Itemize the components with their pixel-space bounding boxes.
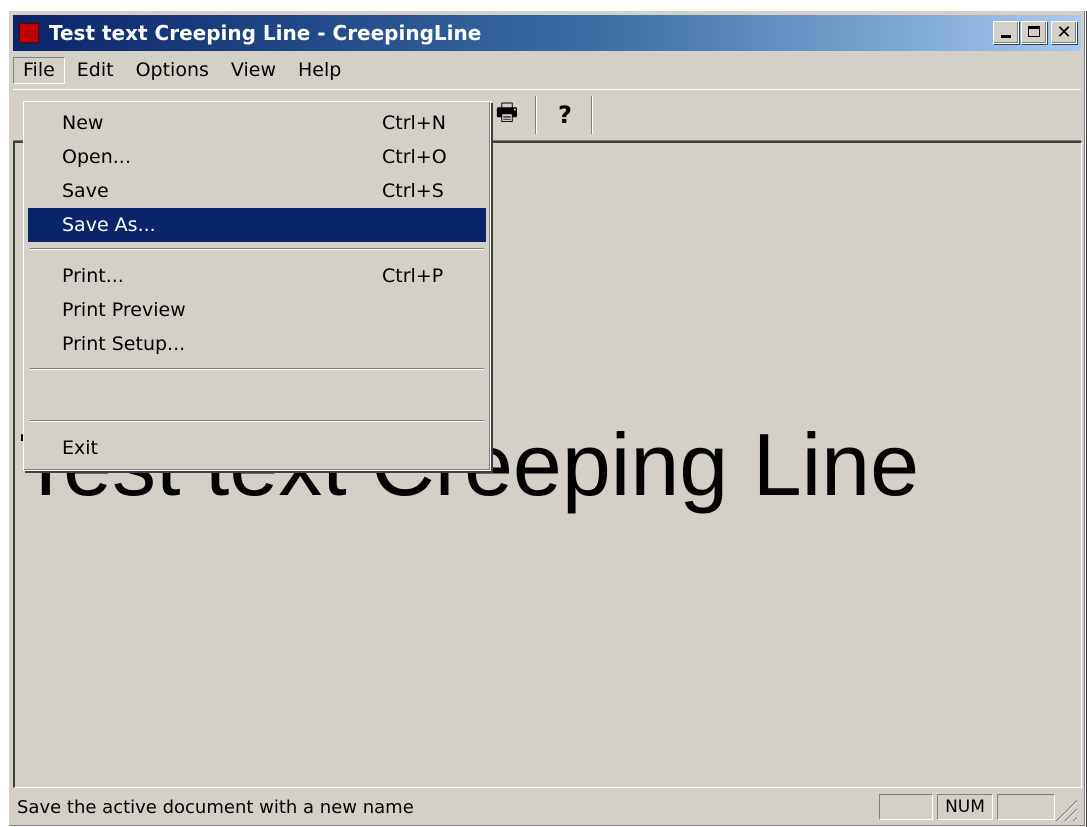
menu-item-shortcut: Ctrl+P [382,265,444,287]
menu-item-print[interactable]: Print... Ctrl+P [28,259,486,293]
menu-view[interactable]: View [221,57,286,84]
menu-item-label: Print Preview [62,299,186,321]
menu-item-exit[interactable]: Exit [28,431,486,465]
app-icon[interactable] [19,23,39,43]
menu-item-save-as[interactable]: Save As... [28,208,486,242]
resize-grip-icon[interactable] [1055,799,1077,821]
menu-item-shortcut: Ctrl+S [382,180,444,202]
menu-item-label: Print... [62,265,124,287]
menu-bar: File Edit Options View Help [13,55,1081,85]
menu-item-new[interactable]: New Ctrl+N [28,106,486,140]
menu-file[interactable]: File [13,56,65,84]
status-message: Save the active document with a new name [17,797,414,818]
toolbar-separator [535,96,537,134]
printer-icon: 🖶 [495,97,519,126]
print-button[interactable]: 🖶 [489,98,525,132]
toolbar-separator [591,96,593,134]
window-title: Test text Creeping Line - CreepingLine [49,21,482,45]
minimize-button[interactable] [993,21,1019,44]
menu-item-label: Print Setup... [62,333,186,355]
status-pane-caps [879,794,933,820]
menu-item-print-setup[interactable]: Print Setup... [28,327,486,361]
status-pane-num: NUM [937,794,993,820]
menu-item-shortcut: Ctrl+O [382,146,447,168]
menu-separator [30,420,484,422]
status-pane-scroll [997,794,1055,820]
num-lock-indicator: NUM [945,797,985,817]
close-icon: ✕ [1056,22,1072,43]
maximize-icon [1028,26,1040,37]
menu-item-label: Save As... [62,214,156,236]
menu-item-print-preview[interactable]: Print Preview [28,293,486,327]
menu-item-label: New [62,112,104,134]
menu-item-label: Save [62,180,109,202]
maximize-button[interactable] [1021,21,1047,44]
menu-help[interactable]: Help [288,57,351,84]
help-icon: ? [558,101,572,129]
window-controls: ✕ [993,21,1077,44]
help-button[interactable]: ? [547,98,583,132]
menu-separator [30,248,484,250]
menu-separator [30,368,484,370]
menu-item-recent-file[interactable] [28,378,486,412]
menu-item-save[interactable]: Save Ctrl+S [28,174,486,208]
menu-item-open[interactable]: Open... Ctrl+O [28,140,486,174]
menu-item-shortcut: Ctrl+N [382,112,446,134]
menu-item-label: Open... [62,146,131,168]
minimize-icon [1001,35,1011,38]
title-bar[interactable]: Test text Creeping Line - CreepingLine ✕ [13,15,1081,51]
file-menu-dropdown: New Ctrl+N Open... Ctrl+O Save Ctrl+S Sa… [23,101,491,471]
app-window: Test text Creeping Line - CreepingLine ✕… [8,10,1086,827]
close-button[interactable]: ✕ [1051,21,1077,44]
status-bar: Save the active document with a new name… [13,791,1081,823]
menu-options[interactable]: Options [126,57,219,84]
menu-edit[interactable]: Edit [67,57,124,84]
menu-item-label: Exit [62,437,98,459]
